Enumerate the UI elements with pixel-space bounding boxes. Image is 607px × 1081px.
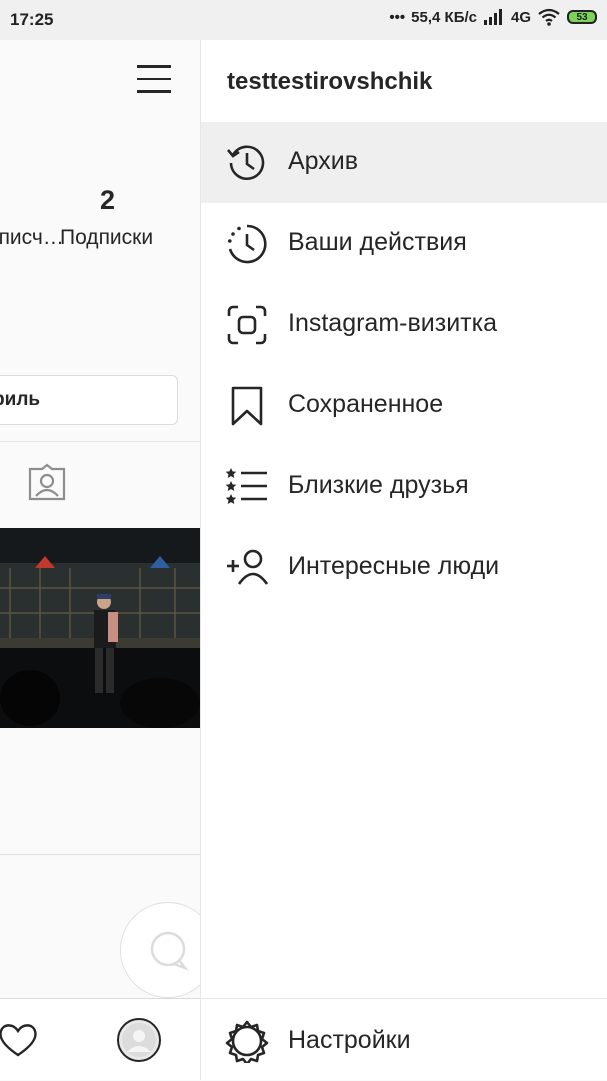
settings-label: Настройки — [288, 1026, 411, 1054]
wifi-icon — [538, 8, 560, 26]
post-photo — [0, 528, 200, 728]
post-thumbnail[interactable] — [0, 528, 200, 728]
status-bar: 17:25 ••• 55,4 КБ/с 4G 53 — [0, 0, 607, 40]
menu-item-saved[interactable]: Сохраненное — [201, 365, 607, 446]
menu-hamburger-icon[interactable] — [137, 65, 171, 93]
edit-profile-label: Редактировать профиль — [0, 389, 41, 410]
battery-icon: 53 — [567, 10, 597, 24]
menu-label-discover-people: Интересные люди — [288, 552, 500, 580]
menu-item-close-friends[interactable]: Близкие друзья — [201, 446, 607, 527]
profile-page: Подписч… 2 Подписки Редактировать профил… — [0, 40, 200, 1080]
heart-icon[interactable] — [0, 1021, 39, 1059]
archive-icon — [227, 145, 265, 180]
tagged-photos-icon[interactable] — [26, 463, 68, 503]
content-divider — [0, 854, 200, 855]
direct-message-fab[interactable] — [120, 902, 200, 998]
following-count[interactable]: 2 — [100, 185, 115, 216]
status-right: ••• 55,4 КБ/с 4G 53 — [389, 8, 597, 26]
menu-item-archive[interactable]: Архив — [201, 122, 607, 203]
edit-profile-button[interactable]: Редактировать профиль — [0, 375, 178, 425]
drawer-username: testtestirovshchik — [227, 68, 433, 95]
side-drawer: testtestirovshchik Архив Ваши действия I… — [200, 40, 607, 1080]
bottom-navigation — [0, 998, 200, 1080]
status-time: 17:25 — [10, 10, 54, 29]
close-friends-icon — [225, 468, 267, 504]
followers-label[interactable]: Подписч… — [0, 226, 64, 250]
menu-label-saved: Сохраненное — [288, 390, 444, 418]
menu-item-nametag[interactable]: Instagram-визитка — [201, 284, 607, 365]
chat-bubble-icon — [150, 931, 189, 971]
nametag-icon — [227, 305, 267, 345]
menu-item-discover-people[interactable]: Интересные люди — [201, 527, 607, 608]
following-label[interactable]: Подписки — [60, 226, 153, 250]
drawer-menu: Архив Ваши действия Instagram-визитка Со… — [201, 122, 607, 608]
add-person-icon — [227, 549, 269, 585]
menu-label-archive: Архив — [288, 147, 359, 175]
signal-icon — [483, 9, 502, 25]
more-dots-icon: ••• — [389, 8, 406, 26]
menu-item-your-activity[interactable]: Ваши действия — [201, 203, 607, 284]
menu-label-close-friends: Близкие друзья — [288, 471, 469, 499]
tabs-divider — [0, 441, 200, 442]
menu-label-your-activity: Ваши действия — [288, 228, 467, 256]
menu-label-nametag: Instagram-визитка — [288, 309, 497, 337]
menu-item-settings[interactable]: Настройки — [201, 998, 607, 1081]
network-type: 4G — [510, 8, 531, 26]
activity-icon — [228, 224, 267, 264]
gear-icon — [225, 1020, 269, 1063]
bookmark-icon — [231, 386, 263, 426]
profile-avatar-icon[interactable] — [116, 1017, 162, 1063]
network-speed: 55,4 КБ/с — [411, 8, 477, 26]
